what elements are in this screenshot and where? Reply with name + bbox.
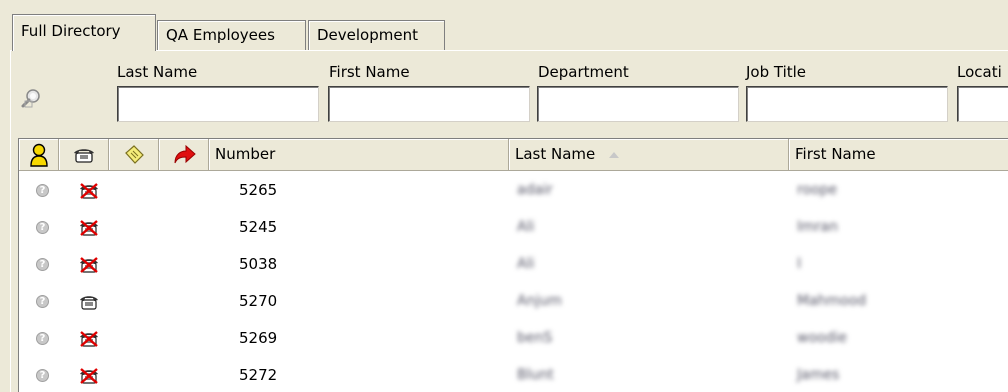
presence-unknown-icon: ? — [36, 184, 49, 197]
number-column-header[interactable]: Number — [209, 139, 509, 171]
table-row[interactable]: ? 5245 Ali Imran — [19, 209, 1008, 246]
filter-label-first-name: First Name — [329, 63, 410, 81]
first-name-filter-input[interactable] — [328, 86, 530, 122]
directory-grid: Number Last Name First Name ? 5265 adair… — [18, 138, 1008, 392]
first-name-cell: Mahmood — [797, 293, 867, 309]
table-row[interactable]: ? 5038 Ali I — [19, 246, 1008, 283]
number-cell: 5269 — [239, 329, 278, 347]
user-presence-icon — [29, 143, 48, 167]
number-cell: 5270 — [239, 292, 278, 310]
phone-unavailable-icon — [79, 367, 99, 389]
first-name-cell: I — [797, 256, 802, 272]
tab-bar: Full Directory QA Employees Development — [12, 14, 1008, 51]
location-filter-input[interactable] — [957, 86, 1008, 122]
first-name-cell: woodie — [797, 330, 847, 346]
table-row[interactable]: ? 5272 Blunt James — [19, 357, 1008, 392]
number-cell: 5245 — [239, 218, 278, 236]
last-name-cell: Ali — [517, 256, 535, 272]
table-row[interactable]: ? 5270 Anjum Mahmood — [19, 283, 1008, 320]
presence-unknown-icon: ? — [36, 258, 49, 271]
last-name-header-label: Last Name — [515, 145, 596, 163]
presence-unknown-icon: ? — [36, 221, 49, 234]
presence-unknown-icon: ? — [36, 295, 49, 308]
first-name-cell: Imran — [797, 219, 838, 235]
tab-qa-employees[interactable]: QA Employees — [157, 20, 306, 50]
sort-ascending-icon — [609, 151, 620, 158]
tab-full-directory[interactable]: Full Directory — [12, 14, 156, 51]
last-name-cell: Blunt — [517, 367, 554, 383]
filter-label-department: Department — [538, 63, 629, 81]
phone-unavailable-icon — [79, 256, 99, 278]
table-row[interactable]: ? 5265 adair roope — [19, 172, 1008, 209]
filter-label-job-title: Job Title — [746, 63, 807, 81]
call-forward-icon — [174, 144, 196, 163]
table-row[interactable]: ? 5269 benS woodie — [19, 320, 1008, 357]
last-name-cell: Ali — [517, 219, 535, 235]
presence-unknown-icon: ? — [36, 332, 49, 345]
last-name-cell: adair — [517, 182, 553, 198]
last-name-filter-input[interactable] — [117, 86, 319, 122]
last-name-column-header[interactable]: Last Name — [509, 139, 789, 171]
number-cell: 5265 — [239, 181, 278, 199]
phone-column-header[interactable] — [59, 139, 109, 171]
filter-label-last-name: Last Name — [117, 63, 198, 81]
filter-label-location: Locati — [957, 63, 1002, 81]
note-column-header[interactable] — [109, 139, 159, 171]
phone-unavailable-icon — [79, 330, 99, 352]
tab-development[interactable]: Development — [308, 20, 445, 50]
presence-unknown-icon: ? — [36, 369, 49, 382]
forward-column-header[interactable] — [159, 139, 209, 171]
first-name-cell: James — [797, 367, 840, 383]
search-icon[interactable] — [20, 88, 42, 110]
number-cell: 5272 — [239, 366, 278, 384]
phone-unavailable-icon — [79, 182, 99, 204]
phone-unavailable-icon — [79, 219, 99, 241]
phone-icon — [73, 148, 94, 163]
department-filter-input[interactable] — [537, 86, 739, 122]
number-cell: 5038 — [239, 255, 278, 273]
note-icon — [124, 144, 144, 164]
last-name-cell: benS — [517, 330, 553, 346]
job-title-filter-input[interactable] — [746, 86, 948, 122]
phone-icon — [79, 293, 99, 315]
first-name-cell: roope — [797, 182, 838, 198]
presence-column-header[interactable] — [19, 139, 59, 171]
last-name-cell: Anjum — [517, 293, 562, 309]
first-name-column-header[interactable]: First Name — [789, 139, 1008, 171]
